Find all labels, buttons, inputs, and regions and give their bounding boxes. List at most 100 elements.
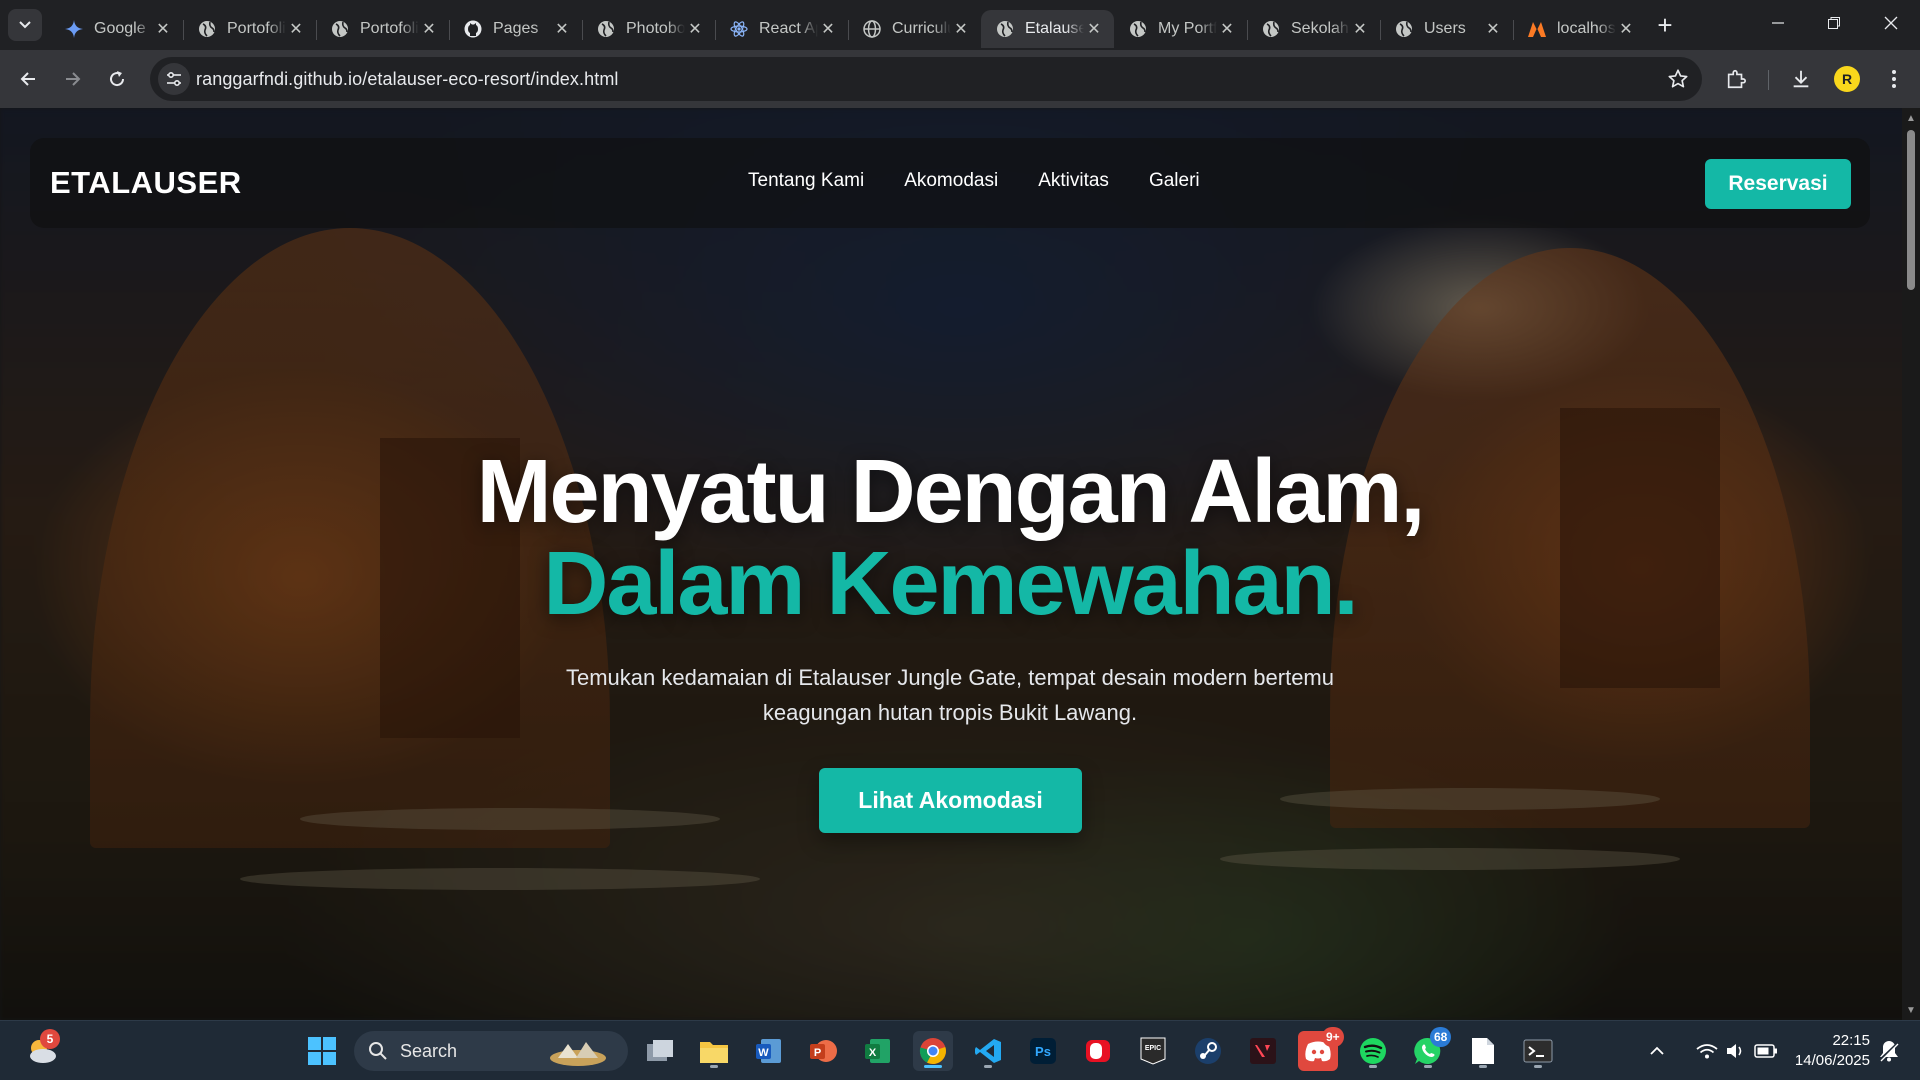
globe-icon [1128, 19, 1148, 39]
show-hidden-icons-button[interactable] [1636, 1031, 1678, 1071]
close-tab-icon[interactable]: ✕ [1350, 19, 1370, 39]
url-text[interactable]: ranggarfndi.github.io/etalauser-eco-reso… [196, 69, 619, 90]
terminal-app[interactable] [1518, 1031, 1558, 1071]
close-tab-icon[interactable]: ✕ [552, 19, 572, 39]
svg-text:W: W [758, 1047, 769, 1059]
photoshop-app[interactable]: Ps [1023, 1031, 1063, 1071]
chrome-app[interactable] [913, 1031, 953, 1071]
excel-app[interactable]: X [858, 1031, 898, 1071]
task-view-icon [647, 1040, 673, 1061]
close-tab-icon[interactable]: ✕ [951, 19, 971, 39]
close-tab-icon[interactable]: ✕ [818, 19, 838, 39]
globe-icon [197, 19, 217, 39]
close-tab-icon[interactable]: ✕ [1084, 19, 1104, 39]
close-tab-icon[interactable]: ✕ [153, 19, 173, 39]
bell-icon [1879, 1041, 1899, 1062]
app-running-indicator [710, 1065, 718, 1068]
nav-link-akomodasi[interactable]: Akomodasi [904, 170, 998, 192]
tab-search-button[interactable] [8, 9, 42, 41]
valorant-app[interactable] [1243, 1031, 1283, 1071]
reload-icon [110, 71, 125, 87]
hero-title-line2: Dalam Kemewahan. [543, 534, 1358, 634]
nav-link-galeri[interactable]: Galeri [1149, 170, 1200, 192]
browser-tab-strip: Google✕Portofolio✕Portofolio✕Pages✕Photo… [0, 0, 1920, 50]
new-tab-button[interactable]: + [1652, 10, 1678, 40]
reservation-button[interactable]: Reservasi [1705, 159, 1851, 209]
scroll-up-icon[interactable]: ▲ [1905, 112, 1917, 124]
discord-app[interactable]: 9+ [1298, 1027, 1344, 1071]
powerpoint-app[interactable]: P [803, 1031, 843, 1071]
browser-tab[interactable]: Users ✕ [1380, 10, 1513, 48]
close-tab-icon[interactable]: ✕ [1616, 19, 1636, 39]
back-button[interactable] [10, 61, 46, 97]
close-tab-icon[interactable]: ✕ [685, 19, 705, 39]
close-tab-icon[interactable]: ✕ [419, 19, 439, 39]
notepad-app[interactable] [1463, 1031, 1503, 1071]
minimize-button[interactable] [1750, 0, 1805, 46]
nav-link-aktivitas[interactable]: Aktivitas [1038, 170, 1109, 192]
browser-tab[interactable]: Curriculum✕ [848, 10, 981, 48]
site-info-button[interactable] [158, 63, 190, 95]
media-app[interactable] [1078, 1031, 1118, 1071]
scrollbar-thumb[interactable] [1907, 130, 1915, 290]
windows-taskbar: 5 Search W P X Ps EPIC 9+ 68 22:15 14/06… [0, 1020, 1920, 1080]
view-accommodation-button[interactable]: Lihat Akomodasi [819, 768, 1082, 833]
browser-tab[interactable]: My Portfolio✕ [1114, 10, 1247, 48]
browser-tab[interactable]: Portofolio✕ [183, 10, 316, 48]
browser-tab[interactable]: Pages ✕ [449, 10, 582, 48]
address-bar[interactable]: ranggarfndi.github.io/etalauser-eco-reso… [150, 57, 1702, 101]
close-tab-icon[interactable]: ✕ [1217, 19, 1237, 39]
arrow-left-icon [20, 72, 35, 86]
epic-games-app[interactable]: EPIC [1133, 1031, 1173, 1071]
taskbar-search-placeholder: Search [400, 1040, 458, 1061]
steam-app[interactable] [1188, 1031, 1228, 1071]
restore-button[interactable] [1806, 0, 1861, 46]
system-tray-quick-settings[interactable] [1680, 1031, 1794, 1071]
site-logo[interactable]: ETALAUSER [50, 165, 242, 201]
notifications-button[interactable] [1874, 1031, 1904, 1071]
weather-widget[interactable]: 5 [22, 1029, 62, 1071]
nav-link-tentang-kami[interactable]: Tentang Kami [748, 170, 864, 192]
download-icon [1793, 70, 1809, 88]
react-icon [729, 19, 749, 39]
browser-tab[interactable]: localhost ✕ [1513, 10, 1646, 48]
profile-avatar[interactable]: R [1834, 66, 1860, 92]
spotify-app[interactable] [1353, 1031, 1393, 1071]
browser-tab[interactable]: Sekolah ✕ [1247, 10, 1380, 48]
scroll-down-icon[interactable]: ▼ [1905, 1004, 1917, 1016]
page-scrollbar[interactable]: ▲ ▼ [1902, 108, 1920, 1020]
hero-subtitle-line2: keagungan hutan tropis Bukit Lawang. [762, 700, 1138, 725]
task-view-button[interactable] [640, 1031, 680, 1071]
whatsapp-app[interactable]: 68 [1408, 1027, 1452, 1071]
extensions-button[interactable] [1718, 61, 1754, 97]
globe-icon [1261, 19, 1281, 39]
terminal-icon [1523, 1039, 1553, 1063]
forward-button[interactable] [55, 61, 91, 97]
browser-toolbar: ranggarfndi.github.io/etalauser-eco-reso… [0, 50, 1920, 108]
excel-icon: X [865, 1039, 890, 1063]
bookmark-star-button[interactable] [1664, 65, 1692, 93]
reload-button[interactable] [99, 61, 135, 97]
close-tab-icon[interactable]: ✕ [286, 19, 306, 39]
close-window-button[interactable] [1863, 0, 1918, 46]
github-icon [463, 19, 483, 39]
app-running-indicator [1479, 1065, 1487, 1068]
browser-tab[interactable]: Photoboo✕ [582, 10, 715, 48]
more-vert-icon [1892, 70, 1896, 88]
browser-tab[interactable]: Portofolio✕ [316, 10, 449, 48]
tab-active[interactable]: Etalauser✕ [981, 10, 1114, 48]
start-button[interactable] [302, 1031, 342, 1071]
browser-tab[interactable]: Google ✕ [50, 10, 183, 48]
word-app[interactable]: W [749, 1031, 789, 1071]
browser-menu-button[interactable] [1876, 61, 1912, 97]
file-explorer-app[interactable] [694, 1031, 734, 1071]
puzzle-icon [1727, 69, 1746, 89]
clock[interactable]: 22:15 14/06/2025 [1786, 1031, 1870, 1071]
nav-links: Tentang Kami Akomodasi Aktivitas Galeri [748, 170, 1200, 192]
globe-icon [330, 19, 350, 39]
taskbar-search-box[interactable]: Search [354, 1031, 628, 1071]
browser-tab[interactable]: React App✕ [715, 10, 848, 48]
close-tab-icon[interactable]: ✕ [1483, 19, 1503, 39]
vscode-app[interactable] [968, 1031, 1008, 1071]
downloads-button[interactable] [1783, 61, 1819, 97]
